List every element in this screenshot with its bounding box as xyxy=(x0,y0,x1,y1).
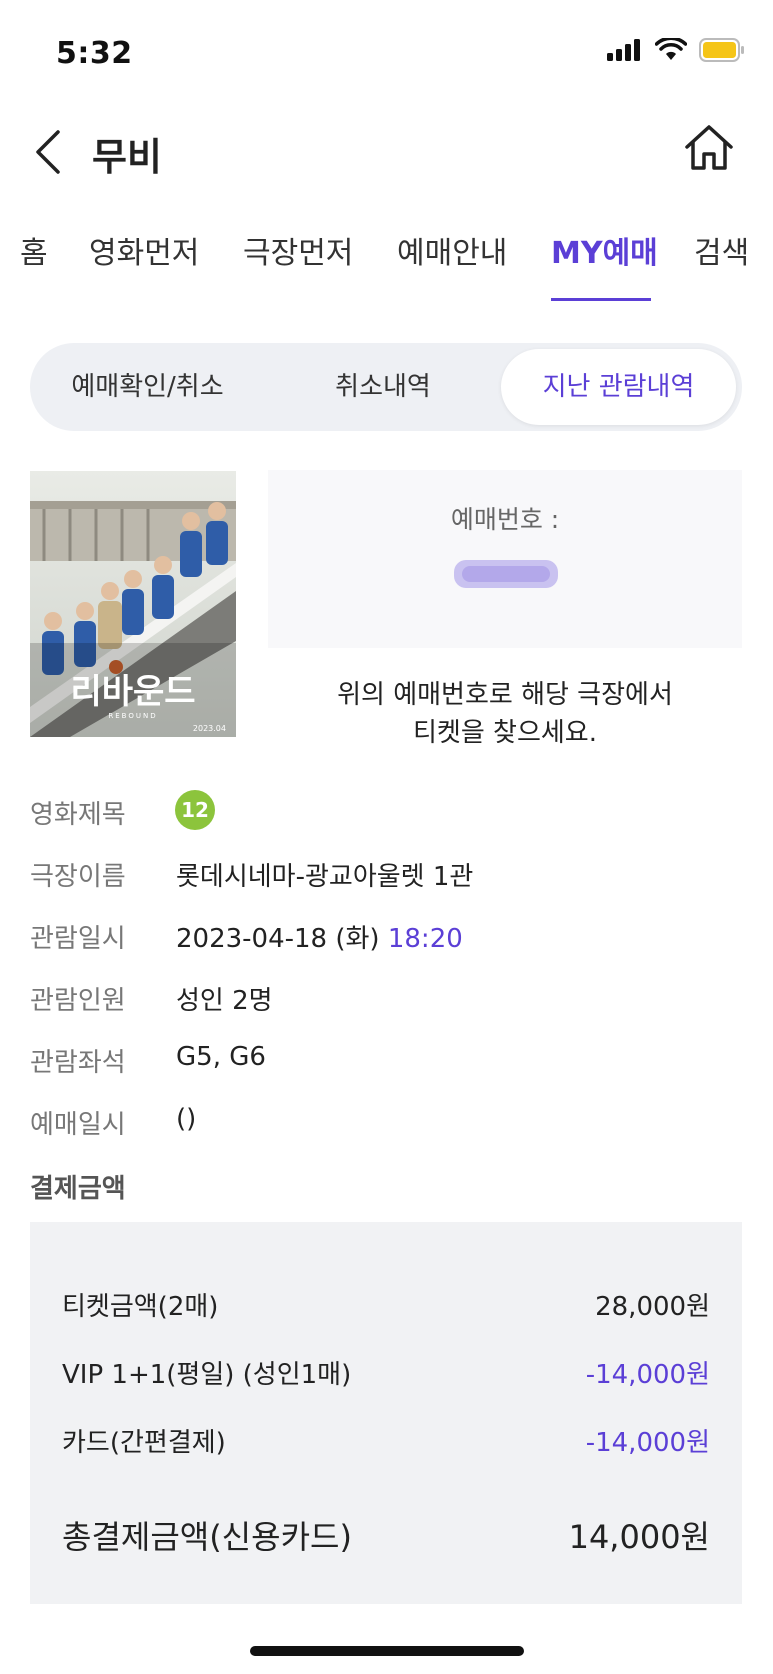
payment-row-label: 티켓금액(2매) xyxy=(62,1292,219,1322)
segment-booking-check-cancel[interactable]: 예매확인/취소 xyxy=(30,343,265,431)
payment-row-amount: 28,000원 xyxy=(595,1292,710,1322)
tab-theater-first[interactable]: 극장먼저 xyxy=(243,228,353,272)
booking-number-redacted xyxy=(454,554,558,594)
datetime-value: 2023-04-18 (화) 18:20 xyxy=(176,918,463,955)
movie-poster[interactable]: 리바운드 REBOUND 2023.04 xyxy=(30,471,236,737)
datetime-label: 관람일시 xyxy=(30,924,126,954)
seats-label: 관람좌석 xyxy=(30,1048,126,1078)
poster-title: 리바운드 xyxy=(70,672,195,712)
age-rating-badge: 12 xyxy=(175,790,215,830)
poster-image: 리바운드 REBOUND 2023.04 xyxy=(30,471,236,737)
tab-home[interactable]: 홈 xyxy=(20,228,48,272)
payment-row-vip-discount: VIP 1+1(평일) (성인1매) -14,000원 xyxy=(62,1354,710,1391)
payment-row-label: VIP 1+1(평일) (성인1매) xyxy=(62,1360,352,1390)
payment-row-amount: -14,000원 xyxy=(585,1428,710,1458)
battery-icon xyxy=(699,38,744,62)
status-time: 5:32 xyxy=(56,36,133,71)
watch-time: 18:20 xyxy=(387,924,463,954)
people-label: 관람인원 xyxy=(30,986,126,1016)
booking-note-line1: 위의 예매번호로 해당 극장에서 xyxy=(337,680,673,710)
poster-date: 2023.04 xyxy=(193,724,226,733)
people-value: 성인 2명 xyxy=(176,986,273,1016)
payment-row-ticket: 티켓금액(2매) 28,000원 xyxy=(62,1286,710,1323)
tab-my-booking[interactable]: MY예매 xyxy=(551,228,658,272)
back-button[interactable] xyxy=(30,124,70,180)
payment-row-card: 카드(간편결제) -14,000원 xyxy=(62,1422,710,1459)
home-button[interactable] xyxy=(681,120,737,176)
seats-value: G5, G6 xyxy=(176,1042,266,1072)
payment-total-row: 총결제금액(신용카드) 14,000원 xyxy=(62,1512,710,1558)
watch-date: 2023-04-18 (화) xyxy=(176,924,380,954)
booking-number-box: 예매번호 : xyxy=(268,470,742,648)
payment-heading: 결제금액 xyxy=(30,1174,126,1204)
payment-summary: 티켓금액(2매) 28,000원 VIP 1+1(평일) (성인1매) -14,… xyxy=(30,1222,742,1604)
booked-datetime-value: () xyxy=(176,1104,197,1134)
booking-number-label: 예매번호 : xyxy=(450,505,560,534)
payment-total-amount: 14,000원 xyxy=(568,1518,710,1556)
booking-note-line2: 티켓을 찾으세요. xyxy=(413,718,597,748)
payment-row-amount: -14,000원 xyxy=(585,1360,710,1390)
segment-past-history[interactable]: 지난 관람내역 xyxy=(501,343,736,431)
segment-cancel-history[interactable]: 취소내역 xyxy=(265,343,501,431)
active-tab-indicator xyxy=(551,298,651,301)
poster-subtitle: REBOUND xyxy=(108,712,157,720)
status-icons xyxy=(607,38,745,62)
theater-label: 극장이름 xyxy=(30,862,126,892)
chevron-left-icon xyxy=(36,130,60,174)
booking-segment-control: 예매확인/취소 취소내역 지난 관람내역 xyxy=(30,343,742,431)
home-icon xyxy=(685,125,733,170)
home-indicator[interactable] xyxy=(250,1646,524,1656)
booked-datetime-label: 예매일시 xyxy=(30,1110,126,1140)
payment-total-label: 총결제금액(신용카드) xyxy=(62,1518,352,1556)
tab-movie-first[interactable]: 영화먼저 xyxy=(89,228,199,272)
page-title: 무비 xyxy=(92,135,162,179)
payment-row-label: 카드(간편결제) xyxy=(62,1428,226,1458)
tab-booking-guide[interactable]: 예매안내 xyxy=(397,228,507,272)
nav-tabs: 홈 영화먼저 극장먼저 예매안내 MY예매 검색 xyxy=(0,228,773,308)
tab-search[interactable]: 검색 xyxy=(694,228,749,272)
theater-value: 롯데시네마-광교아울렛 1관 xyxy=(176,862,474,892)
wifi-icon xyxy=(655,38,687,60)
signal-icon xyxy=(607,39,640,61)
movie-title-label: 영화제목 xyxy=(30,800,126,830)
booking-note: 위의 예매번호로 해당 극장에서 티켓을 찾으세요. xyxy=(268,676,742,752)
